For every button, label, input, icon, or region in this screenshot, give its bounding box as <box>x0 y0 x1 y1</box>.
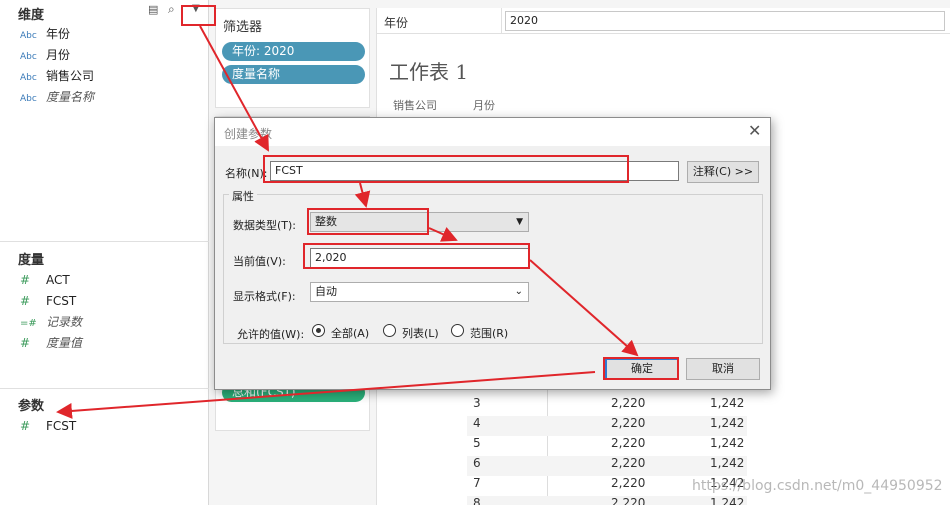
field-label: 记录数 <box>46 315 83 329</box>
string-type-icon: Abc <box>20 31 37 41</box>
field-label: 度量名称 <box>46 90 95 104</box>
fcst-cell: 2,220 <box>611 476 646 490</box>
parameters-title: 参数 <box>18 399 45 414</box>
search-icon[interactable]: ⌕ <box>168 2 175 17</box>
allowed-range-radio[interactable] <box>451 324 464 337</box>
dimensions-title: 维度 <box>18 8 45 23</box>
annotation-highlight-box <box>303 243 530 269</box>
field-dimension-measure-names[interactable]: Abc 度量名称 <box>20 87 94 107</box>
allowed-all-radio[interactable] <box>312 324 325 337</box>
field-measure-fcst[interactable]: # FCST <box>20 291 76 311</box>
watermark: https://blog.csdn.net/m0_44950952 <box>692 478 943 494</box>
annotation-highlight-box <box>181 5 216 26</box>
dialog-titlebar: 创建参数 ✕ <box>215 118 770 146</box>
chevron-down-icon: ⌄ <box>514 286 523 297</box>
fcst-cell: 2,220 <box>611 496 646 505</box>
allowed-values-label: 允许的值(W): <box>237 328 305 341</box>
field-measure-values[interactable]: # 度量值 <box>20 333 82 353</box>
filters-card: 筛选器 年份: 2020 度量名称 <box>215 8 370 108</box>
month-cell: 4 <box>473 416 481 430</box>
month-cell: 7 <box>473 476 481 490</box>
dropdown-arrow-icon: ▼ <box>516 217 523 227</box>
year-filter-field[interactable]: 2020 <box>505 11 945 31</box>
month-cell: 8 <box>473 496 481 505</box>
allowed-range-label: 范围(R) <box>470 327 509 340</box>
string-type-icon: Abc <box>20 52 37 62</box>
table-row: 5 2,220 1,242 <box>467 436 747 456</box>
fcst-cell: 2,220 <box>611 456 646 470</box>
field-parameter-fcst[interactable]: # FCST <box>20 416 76 436</box>
table-row: 8 2,220 1,242 <box>467 496 747 505</box>
act-cell: 1,242 <box>710 416 745 430</box>
data-pane: 维度 ▤ ⌕ ▼ Abc 年份 Abc 月份 Abc 销售公司 Abc 度量名称 度量 … <box>0 0 209 505</box>
allowed-list-label: 列表(L) <box>402 327 439 340</box>
field-dimension-month[interactable]: Abc 月份 <box>20 45 70 65</box>
annotation-highlight-box <box>307 208 429 235</box>
filter-pill-year[interactable]: 年份: 2020 <box>222 42 365 61</box>
display-format-select[interactable]: 自动 ⌄ <box>310 282 529 302</box>
display-format-value: 自动 <box>315 285 337 298</box>
month-cell: 5 <box>473 436 481 450</box>
view-list-icon[interactable]: ▤ <box>148 3 158 16</box>
act-cell: 1,242 <box>710 456 745 470</box>
allowed-list-radio[interactable] <box>383 324 396 337</box>
field-label: ACT <box>46 273 70 287</box>
field-label: 度量值 <box>46 336 83 350</box>
name-label: 名称(N): <box>225 167 268 180</box>
divider <box>0 388 209 389</box>
number-type-icon: # <box>20 273 31 287</box>
fcst-cell: 2,220 <box>611 436 646 450</box>
field-dimension-company[interactable]: Abc 销售公司 <box>20 66 94 86</box>
number-type-icon: # <box>20 419 31 433</box>
field-label: FCST <box>46 294 77 308</box>
field-label: 销售公司 <box>46 69 95 83</box>
dialog-title: 创建参数 <box>224 127 273 141</box>
current-value-label: 当前值(V): <box>233 255 286 268</box>
act-cell: 1,242 <box>710 436 745 450</box>
act-cell: 1,242 <box>710 496 745 505</box>
month-cell: 6 <box>473 456 481 470</box>
comment-button[interactable]: 注释(C) >> <box>687 161 759 183</box>
close-icon[interactable]: ✕ <box>748 121 761 140</box>
cancel-button[interactable]: 取消 <box>686 358 760 380</box>
parameter-toolbar: 年份 2020 <box>377 8 950 34</box>
fcst-cell: 2,220 <box>611 416 646 430</box>
annotation-highlight-box <box>263 155 629 183</box>
display-format-label: 显示格式(F): <box>233 290 296 303</box>
number-type-icon: # <box>20 336 31 350</box>
filter-pill-measure-names[interactable]: 度量名称 <box>222 65 365 84</box>
string-type-icon: Abc <box>20 94 37 104</box>
field-label: 年份 <box>46 27 71 41</box>
annotation-highlight-box <box>603 357 679 380</box>
field-label: 月份 <box>46 48 71 62</box>
month-cell: 3 <box>473 396 481 410</box>
table-row: 6 2,220 1,242 <box>467 456 747 476</box>
number-type-icon: # <box>20 294 31 308</box>
divider <box>501 8 502 34</box>
calculated-number-icon: =# <box>20 318 37 329</box>
properties-label: 属性 <box>229 188 257 204</box>
allowed-all-label: 全部(A) <box>331 327 370 340</box>
string-type-icon: Abc <box>20 73 37 83</box>
field-measure-record-count[interactable]: =# 记录数 <box>20 312 82 332</box>
filter-label: 年份 <box>384 16 409 30</box>
column-header-company: 销售公司 <box>393 99 437 112</box>
column-header-month: 月份 <box>473 99 495 112</box>
field-dimension-year[interactable]: Abc 年份 <box>20 24 70 44</box>
table-row: 4 2,220 1,242 <box>467 416 747 436</box>
filters-title: 筛选器 <box>223 20 263 35</box>
sheet-title: 工作表 1 <box>389 60 469 84</box>
act-cell: 1,242 <box>710 396 745 410</box>
fcst-cell: 2,220 <box>611 396 646 410</box>
measures-title: 度量 <box>18 253 45 268</box>
field-measure-act[interactable]: # ACT <box>20 270 70 290</box>
table-row: 3 2,220 1,242 <box>467 396 747 416</box>
field-label: FCST <box>46 419 77 433</box>
datatype-label: 数据类型(T): <box>233 219 297 232</box>
divider <box>0 241 209 242</box>
